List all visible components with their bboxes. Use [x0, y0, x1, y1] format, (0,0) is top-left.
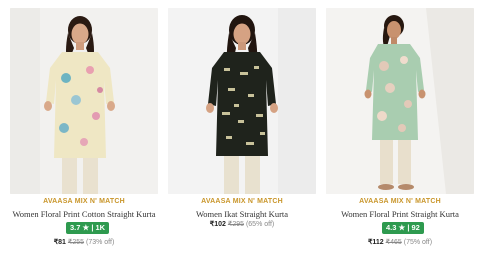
model-photo	[10, 8, 158, 194]
brand-name: AVAASA MIX N' MATCH	[201, 198, 283, 205]
product-image[interactable]	[10, 8, 158, 194]
selling-price: ₹81	[53, 239, 66, 246]
product-title[interactable]: Women Floral Print Cotton Straight Kurta	[10, 209, 158, 219]
brand-name: AVAASA MIX N' MATCH	[359, 198, 441, 205]
selling-price: ₹102	[209, 221, 226, 228]
product-image[interactable]	[168, 8, 316, 194]
model-photo	[326, 8, 474, 194]
product-image[interactable]	[326, 8, 474, 194]
original-price: ₹255	[67, 239, 85, 246]
product-title[interactable]: Women Floral Print Straight Kurta	[326, 209, 474, 219]
model-photo	[168, 8, 316, 194]
price-row: ₹81 ₹255 (73% off)	[10, 238, 158, 246]
original-price: ₹465	[385, 239, 402, 246]
discount-label: (65% off)	[245, 221, 275, 228]
product-card[interactable]: AVAASA MIX N' MATCH Women Floral Print S…	[326, 0, 474, 258]
discount-label: (75% off)	[403, 239, 433, 246]
selling-price: ₹112	[367, 239, 384, 246]
product-card[interactable]: AVAASA MIX N' MATCH Women Ikat Straight …	[168, 0, 316, 258]
brand-name: AVAASA MIX N' MATCH	[43, 198, 125, 205]
price-row: ₹112 ₹465 (75% off)	[326, 238, 474, 246]
original-price: ₹295	[227, 221, 244, 228]
product-title[interactable]: Women Ikat Straight Kurta	[168, 209, 316, 219]
price-row: ₹102 ₹295 (65% off)	[168, 220, 316, 228]
rating-badge: 3.7 ★ | 1K	[66, 222, 110, 234]
discount-label: (73% off)	[86, 239, 115, 246]
product-grid: AVAASA MIX N' MATCH Women Floral Print C…	[0, 0, 500, 258]
rating-badge: 4.3 ★ | 92	[382, 222, 424, 234]
product-card[interactable]: AVAASA MIX N' MATCH Women Floral Print C…	[10, 0, 158, 258]
